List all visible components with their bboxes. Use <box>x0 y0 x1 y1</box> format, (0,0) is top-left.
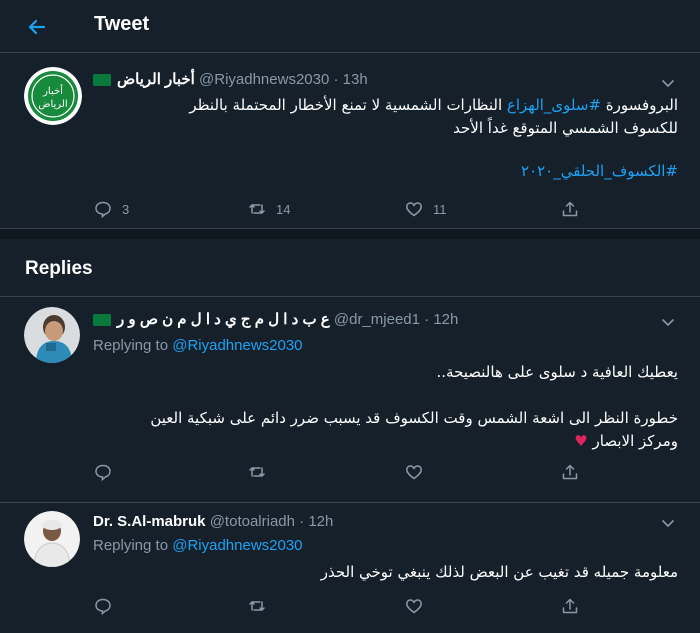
avatar[interactable]: أخبار الرياض <box>24 67 82 125</box>
tweet-actions: 3 14 11 <box>0 199 700 219</box>
reply-button[interactable] <box>94 596 112 616</box>
flag-icon <box>93 74 111 87</box>
reply-text-line3: ومركز الابصار <box>592 432 678 450</box>
reply-actions <box>0 596 700 616</box>
share-icon <box>562 464 578 480</box>
reply-author-line: Dr. S.Al-mabruk @totoalriadh · 12h <box>93 513 334 530</box>
reply-tweet[interactable]: ع ب د ا ل م ج ي د ا ل م ن ص و ر @dr_mjee… <box>0 297 700 503</box>
like-button[interactable]: 11 <box>405 199 447 219</box>
like-icon <box>406 465 422 480</box>
share-button[interactable] <box>561 199 579 219</box>
tweet-text-line2: للكسوف الشمسي المتوقع غداً الأحد <box>453 119 678 137</box>
reply-text-line2: خطورة النظر الى اشعة الشمس وقت الكسوف قد… <box>150 409 678 427</box>
replying-to-link[interactable]: @Riyadhnews2030 <box>172 337 302 354</box>
main-tweet[interactable]: أخبار الرياض أخبار الرياض @Riyadhnews203… <box>0 53 700 229</box>
retweet-button[interactable] <box>248 462 266 482</box>
avatar-photo <box>24 511 80 567</box>
reply-text: معلومة جميله قد تغيب عن البعض لذلك ينبغي… <box>78 561 678 584</box>
heart-emoji: ♥ <box>574 432 588 450</box>
like-button[interactable] <box>405 596 423 616</box>
retweet-button[interactable]: 14 <box>248 199 290 219</box>
replies-header <box>0 239 700 297</box>
author-handle[interactable]: @totoalriadh <box>210 513 295 530</box>
hashtag-link-2[interactable]: #الكسوف_الحلقي_٢٠٢٠ <box>521 162 678 180</box>
tweet-author-line: أخبار الرياض @Riyadhnews2030 · 13h <box>93 69 368 91</box>
avatar-logo: أخبار الرياض <box>24 67 82 125</box>
retweet-button[interactable] <box>248 596 266 616</box>
section-gap <box>0 229 700 239</box>
reply-icon <box>95 201 111 218</box>
reply-icon <box>95 598 111 615</box>
svg-text:أخبار: أخبار <box>42 84 63 97</box>
back-arrow-icon <box>28 19 46 35</box>
retweet-icon <box>249 467 265 477</box>
flag-icon <box>93 314 111 327</box>
replying-to-line: Replying to @Riyadhnews2030 <box>93 537 303 554</box>
avatar[interactable] <box>24 511 80 567</box>
back-button[interactable] <box>22 12 52 42</box>
tweet-text-rest: النظارات الشمسية لا تمنع الأخطار المحتمل… <box>189 96 507 114</box>
chevron-down-icon[interactable] <box>660 515 676 531</box>
reply-time[interactable]: 12h <box>308 513 333 530</box>
reply-text-line1: معلومة جميله قد تغيب عن البعض لذلك ينبغي… <box>320 563 678 581</box>
svg-text:الرياض: الرياض <box>38 99 67 110</box>
share-button[interactable] <box>561 596 579 616</box>
page-title: Tweet <box>94 13 150 35</box>
author-name[interactable]: ع ب د ا ل م ج ي د ا ل م ن ص و ر <box>117 311 330 328</box>
like-count: 11 <box>433 201 447 217</box>
avatar[interactable] <box>24 307 80 363</box>
author-name[interactable]: Dr. S.Al-mabruk <box>93 513 206 530</box>
replying-label: Replying to <box>93 337 169 354</box>
reply-icon <box>95 464 111 481</box>
reply-actions <box>0 462 700 482</box>
reply-count: 3 <box>122 201 130 217</box>
avatar-photo <box>24 307 80 363</box>
replies-title: Replies <box>25 258 93 279</box>
like-icon <box>406 202 422 217</box>
tweet-text-prefix: البروفسورة <box>601 96 678 114</box>
retweet-icon <box>249 204 265 214</box>
author-name[interactable]: أخبار الرياض <box>117 71 195 88</box>
reply-button[interactable] <box>94 462 112 482</box>
replying-label: Replying to <box>93 537 169 554</box>
like-icon <box>406 599 422 614</box>
reply-text: يعطيك العافية د سلوى على هالنصيحة.. خطور… <box>78 361 678 453</box>
share-button[interactable] <box>561 462 579 482</box>
share-icon <box>562 598 578 614</box>
chevron-down-icon[interactable] <box>660 75 676 91</box>
reply-text-line1: يعطيك العافية د سلوى على هالنصيحة.. <box>436 363 678 381</box>
hashtag-link[interactable]: #سلوى_الهزاع <box>507 96 601 114</box>
replying-to-link[interactable]: @Riyadhnews2030 <box>172 537 302 554</box>
retweet-icon <box>249 601 265 611</box>
tweet-text: البروفسورة #سلوى_الهزاع النظارات الشمسية… <box>78 94 678 183</box>
reply-time[interactable]: 12h <box>433 311 458 328</box>
separator: · <box>333 71 339 88</box>
retweet-count: 14 <box>276 201 291 217</box>
reply-author-line: ع ب د ا ل م ج ي د ا ل م ن ص و ر @dr_mjee… <box>93 309 458 331</box>
author-handle[interactable]: @Riyadhnews2030 <box>199 71 329 88</box>
author-handle[interactable]: @dr_mjeed1 <box>334 311 420 328</box>
top-bar: Tweet <box>0 0 700 53</box>
tweet-time[interactable]: 13h <box>343 71 368 88</box>
reply-tweet[interactable]: Dr. S.Al-mabruk @totoalriadh · 12h Reply… <box>0 503 700 633</box>
share-icon <box>562 201 578 217</box>
replying-to-line: Replying to @Riyadhnews2030 <box>93 337 303 354</box>
reply-button[interactable]: 3 <box>94 199 129 219</box>
like-button[interactable] <box>405 462 423 482</box>
chevron-down-icon[interactable] <box>660 314 676 330</box>
